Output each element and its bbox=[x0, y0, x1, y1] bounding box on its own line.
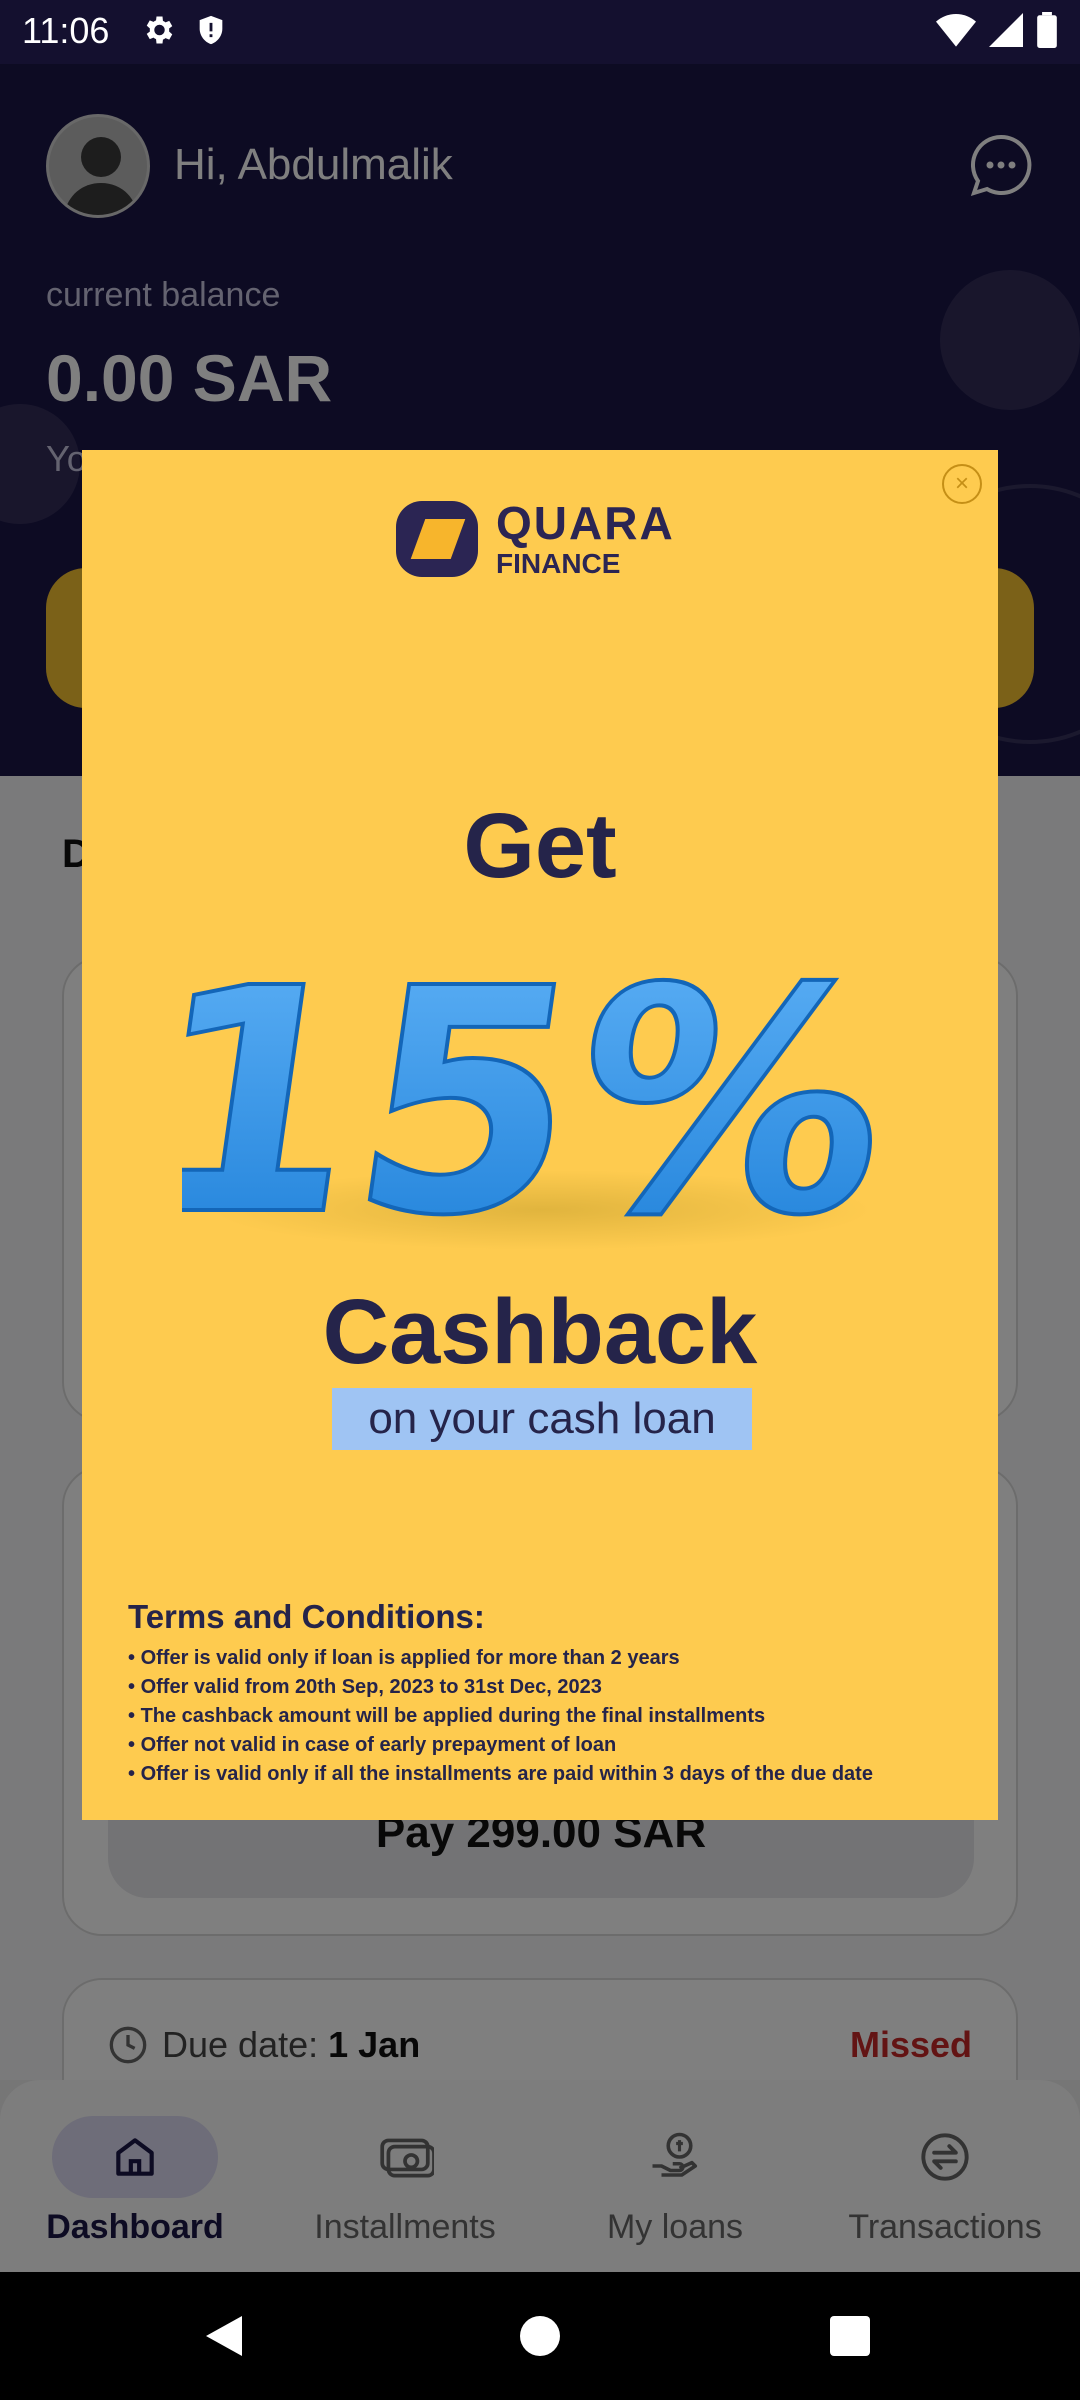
status-time: 11:06 bbox=[22, 10, 110, 51]
promo-tagline: on your cash loan bbox=[332, 1388, 752, 1450]
terms-list: Offer is valid only if loan is applied f… bbox=[128, 1644, 968, 1789]
promo-percent-text: 15% bbox=[182, 923, 902, 1250]
brand-subtitle: FINANCE bbox=[496, 548, 621, 579]
gear-icon bbox=[146, 16, 173, 44]
promo-percent-graphic: 15% bbox=[182, 921, 902, 1250]
terms-item: Offer is valid only if all the installme… bbox=[128, 1760, 968, 1789]
recents-button[interactable] bbox=[830, 2316, 870, 2356]
brand-name: QUARA bbox=[496, 497, 675, 549]
status-left-icons bbox=[140, 12, 228, 48]
status-right-icons bbox=[936, 12, 1058, 48]
terms-item: Offer valid from 20th Sep, 2023 to 31st … bbox=[128, 1673, 968, 1702]
battery-icon bbox=[1037, 12, 1057, 48]
shield-icon bbox=[199, 15, 223, 45]
terms-title: Terms and Conditions: bbox=[128, 1598, 485, 1635]
home-button[interactable] bbox=[520, 2316, 560, 2356]
status-bar: 11:06 bbox=[0, 0, 1080, 64]
brand-text: QUARA FINANCE bbox=[496, 500, 675, 578]
promo-popup: × QUARA FINANCE Get 15% Cashback on your… bbox=[82, 450, 998, 1820]
terms-item: Offer not valid in case of early prepaym… bbox=[128, 1731, 968, 1760]
promo-get-text: Get bbox=[463, 795, 617, 897]
promo-cashback-text: Cashback bbox=[322, 1281, 758, 1383]
quara-logo-icon bbox=[396, 501, 478, 577]
terms-item: The cashback amount will be applied duri… bbox=[128, 1702, 968, 1731]
brand-logo: QUARA FINANCE bbox=[396, 500, 675, 578]
back-icon[interactable] bbox=[202, 2312, 246, 2360]
signal-icon bbox=[989, 13, 1023, 47]
system-navigation-bar bbox=[0, 2272, 1080, 2400]
close-icon[interactable]: × bbox=[942, 464, 982, 504]
terms-item: Offer is valid only if loan is applied f… bbox=[128, 1644, 968, 1673]
wifi-icon bbox=[936, 14, 976, 47]
